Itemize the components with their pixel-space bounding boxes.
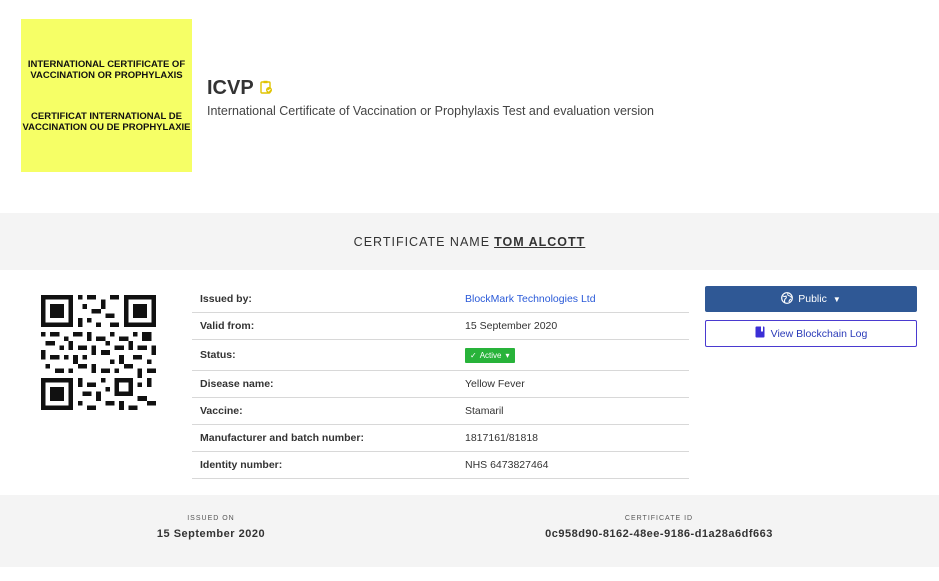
certificate-id-block: CERTIFICATE ID 0c958d90-8162-48ee-9186-d… bbox=[519, 515, 799, 540]
issued-on-block: ISSUED ON 15 September 2020 bbox=[141, 515, 281, 540]
detail-value: Yellow Fever bbox=[465, 378, 525, 390]
detail-value: NHS 6473827464 bbox=[465, 459, 549, 471]
certificate-details-table: Issued by: BlockMark Technologies Ltd Va… bbox=[192, 286, 689, 479]
detail-row-issued-by: Issued by: BlockMark Technologies Ltd bbox=[192, 286, 689, 313]
footer: ISSUED ON 15 September 2020 CERTIFICATE … bbox=[0, 495, 939, 567]
detail-row-identity: Identity number: NHS 6473827464 bbox=[192, 452, 689, 479]
detail-value-status: ✓ Active ▾ bbox=[465, 347, 689, 363]
detail-row-disease: Disease name: Yellow Fever bbox=[192, 371, 689, 398]
detail-value: 1817161/81818 bbox=[465, 432, 538, 444]
chevron-down-icon: ▾ bbox=[505, 350, 510, 360]
detail-key: Issued by: bbox=[200, 293, 252, 305]
visibility-label: Public bbox=[798, 293, 827, 305]
issuer-link[interactable]: BlockMark Technologies Ltd bbox=[465, 293, 689, 305]
header: INTERNATIONAL CERTIFICATE OF VACCINATION… bbox=[0, 0, 939, 213]
logo-text-english: INTERNATIONAL CERTIFICATE OF VACCINATION… bbox=[27, 58, 186, 81]
check-icon: ✓ bbox=[470, 350, 477, 360]
detail-value: 15 September 2020 bbox=[465, 320, 558, 332]
view-blockchain-log-button[interactable]: View Blockchain Log bbox=[705, 320, 917, 347]
globe-icon bbox=[781, 291, 794, 307]
detail-key: Valid from: bbox=[200, 320, 255, 332]
clipboard-badge-icon[interactable] bbox=[259, 77, 273, 100]
detail-key: Manufacturer and batch number: bbox=[200, 432, 364, 444]
visibility-dropdown-button[interactable]: Public ▼ bbox=[705, 286, 917, 312]
issued-on-label: ISSUED ON bbox=[187, 515, 235, 522]
detail-key: Identity number: bbox=[200, 459, 283, 471]
detail-key: Status: bbox=[200, 349, 236, 361]
detail-row-manufacturer: Manufacturer and batch number: 1817161/8… bbox=[192, 425, 689, 452]
detail-row-vaccine: Vaccine: Stamaril bbox=[192, 398, 689, 425]
detail-row-status: Status: ✓ Active ▾ bbox=[192, 340, 689, 371]
detail-row-valid-from: Valid from: 15 September 2020 bbox=[192, 313, 689, 340]
view-blockchain-log-label: View Blockchain Log bbox=[770, 327, 868, 340]
logo-text-french: CERTIFICAT INTERNATIONAL DE VACCINATION … bbox=[22, 110, 191, 133]
certificate-id-label: CERTIFICATE ID bbox=[624, 515, 694, 522]
detail-key: Vaccine: bbox=[200, 405, 243, 417]
qr-code bbox=[41, 295, 156, 410]
certificate-name-label: CERTIFICATE NAME bbox=[353, 234, 491, 249]
book-icon bbox=[755, 326, 765, 341]
page-title: ICVP bbox=[207, 77, 254, 99]
status-badge[interactable]: ✓ Active ▾ bbox=[465, 347, 515, 363]
page-title-row: ICVP bbox=[207, 77, 654, 100]
issued-on-value: 15 September 2020 bbox=[156, 528, 266, 540]
certificate-holder-name[interactable]: TOM ALCOTT bbox=[494, 235, 585, 249]
detail-key: Disease name: bbox=[200, 378, 274, 390]
certificate-name-band: CERTIFICATE NAME TOM ALCOTT bbox=[0, 213, 939, 270]
certificate-id-value: 0c958d90-8162-48ee-9186-d1a28a6df663 bbox=[545, 528, 773, 540]
certificate-logo: INTERNATIONAL CERTIFICATE OF VACCINATION… bbox=[21, 19, 192, 172]
caret-down-icon: ▼ bbox=[832, 294, 841, 304]
title-block: ICVP International Certificate of Vaccin… bbox=[207, 77, 654, 118]
detail-value: Stamaril bbox=[465, 405, 504, 417]
status-badge-label: Active bbox=[479, 350, 502, 360]
page-subtitle: International Certificate of Vaccination… bbox=[207, 104, 655, 118]
